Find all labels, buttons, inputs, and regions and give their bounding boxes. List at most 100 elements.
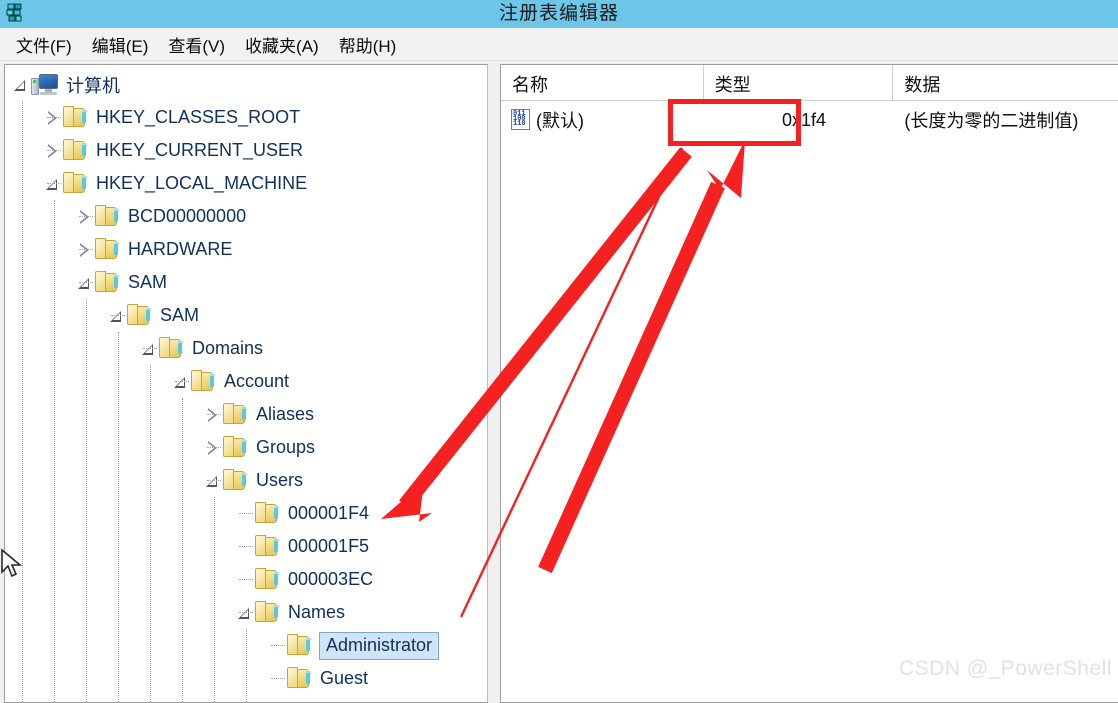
tree-guide-line	[22, 101, 23, 702]
menu-help[interactable]: 帮助(H)	[329, 30, 407, 59]
tree-item-bcd00000000[interactable]: BCD00000000	[5, 200, 487, 233]
registry-key-icon	[95, 205, 120, 228]
tree-item-000001f4[interactable]: 000001F4	[5, 497, 487, 530]
tree-connector	[239, 513, 253, 514]
registry-key-icon	[287, 667, 312, 690]
tree-item-label: BCD00000000	[128, 206, 247, 226]
tree-item-label: Account	[224, 371, 290, 391]
tree-guide-line	[118, 332, 119, 702]
tree-guide-line	[182, 398, 183, 702]
tree-connector	[47, 183, 61, 184]
tree-connector	[79, 282, 93, 283]
tree-connector	[175, 381, 189, 382]
tree-item-hkey-current-user[interactable]: HKEY_CURRENT_USER	[5, 134, 487, 167]
tree-item--[interactable]: 计算机	[5, 68, 487, 101]
title-bar: 注册表编辑器	[0, 0, 1118, 28]
tree-guide-line	[214, 497, 215, 702]
tree-item-hkey-classes-root[interactable]: HKEY_CLASSES_ROOT	[5, 101, 487, 134]
column-header-label: 数据	[904, 75, 941, 95]
registry-key-icon	[63, 139, 88, 162]
tree-item-label: 000003EC	[288, 569, 374, 589]
registry-key-icon	[191, 370, 216, 393]
panel-splitter[interactable]	[489, 64, 499, 703]
tree-item-account[interactable]: Account	[5, 365, 487, 398]
tree-connector	[47, 150, 61, 151]
registry-key-icon	[255, 535, 280, 558]
registry-editor-window: 注册表编辑器 文件(F) 编辑(E) 查看(V) 收藏夹(A) 帮助(H) 计算…	[0, 0, 1118, 703]
tree-item-label: Users	[256, 470, 304, 490]
tree-connector	[207, 447, 221, 448]
registry-key-icon	[223, 403, 248, 426]
tree-item-label: 计算机	[66, 75, 120, 96]
tree-item-aliases[interactable]: Aliases	[5, 398, 487, 431]
registry-key-icon	[63, 172, 88, 195]
computer-icon	[31, 73, 59, 97]
menu-favorites[interactable]: 收藏夹(A)	[235, 30, 329, 59]
tree-item-label: HKEY_LOCAL_MACHINE	[96, 173, 308, 193]
tree-item-domains[interactable]: Domains	[5, 332, 487, 365]
tree-connector	[207, 480, 221, 481]
registry-key-icon	[255, 502, 280, 525]
registry-key-icon	[127, 304, 152, 327]
registry-values-panel[interactable]: 名称 类型 数据 011 100 110 (默认) 0x1f4 (长度为零的二进制值)	[500, 64, 1118, 703]
tree-item-000003ec[interactable]: 000003EC	[5, 563, 487, 596]
tree-item-hkey-local-machine[interactable]: HKEY_LOCAL_MACHINE	[5, 167, 487, 200]
tree-connector	[79, 216, 93, 217]
tree-item-000001f5[interactable]: 000001F5	[5, 530, 487, 563]
tree-item-label: Groups	[256, 437, 316, 457]
tree-item-label: Guest	[320, 668, 369, 688]
tree-item-sam[interactable]: SAM	[5, 266, 487, 299]
tree-guide-line	[150, 365, 151, 702]
value-type-cell: 0x1f4	[704, 110, 894, 131]
registry-key-icon	[223, 469, 248, 492]
tree-item-label: 000001F5	[288, 536, 370, 556]
tree-item-label: HKEY_CURRENT_USER	[96, 140, 304, 160]
registry-key-icon	[63, 106, 88, 129]
menu-view[interactable]: 查看(V)	[158, 30, 235, 59]
registry-key-icon	[223, 436, 248, 459]
tree-connector	[111, 315, 125, 316]
binary-value-icon: 011 100 110	[511, 109, 531, 131]
value-type: 0x1f4	[781, 109, 827, 130]
registry-key-icon	[95, 271, 120, 294]
tree-item-label: Names	[288, 602, 346, 622]
tree-item-sam[interactable]: SAM	[5, 299, 487, 332]
column-header-label: 类型	[714, 75, 751, 95]
tree-connector	[207, 414, 221, 415]
tree-item-users[interactable]: Users	[5, 464, 487, 497]
tree-item-hardware[interactable]: HARDWARE	[5, 233, 487, 266]
tree-connector	[79, 249, 93, 250]
column-data[interactable]: 数据	[893, 65, 1118, 100]
tree-connector	[143, 348, 157, 349]
tree-connector	[271, 678, 285, 679]
tree-item-label: Administrator	[319, 631, 440, 660]
tree-item-label: SAM	[160, 305, 200, 325]
value-row[interactable]: 011 100 110 (默认) 0x1f4 (长度为零的二进制值)	[501, 101, 1118, 139]
tree-item-label: Aliases	[256, 404, 315, 424]
column-name[interactable]: 名称	[501, 65, 704, 100]
tree-connector	[271, 645, 285, 646]
tree-item-label: Domains	[192, 338, 264, 358]
value-data: (长度为零的二进制值)	[904, 111, 1079, 131]
tree-item-names[interactable]: Names	[5, 596, 487, 629]
registry-key-icon	[255, 568, 280, 591]
tree-connector	[47, 117, 61, 118]
tree-item-label: HARDWARE	[128, 239, 233, 259]
tree-item-groups[interactable]: Groups	[5, 431, 487, 464]
tree-connector	[239, 579, 253, 580]
menu-edit[interactable]: 编辑(E)	[82, 30, 159, 59]
value-data-cell: (长度为零的二进制值)	[893, 107, 1118, 133]
column-type[interactable]: 类型	[704, 65, 894, 100]
tree-connector	[239, 612, 253, 613]
tree-guide-line	[54, 200, 55, 702]
menu-file[interactable]: 文件(F)	[6, 30, 82, 59]
csdn-watermark: CSDN @_PowerShell	[898, 657, 1112, 680]
expand-arrow-icon[interactable]	[13, 68, 31, 101]
tree-guide-line	[86, 299, 87, 702]
tree-connector	[239, 546, 253, 547]
tree-item-label: SAM	[128, 272, 168, 292]
values-list[interactable]: 011 100 110 (默认) 0x1f4 (长度为零的二进制值)	[501, 101, 1118, 139]
registry-tree-panel[interactable]: 计算机 HKEY_CLASSES_ROOT HKEY_CURRENT_USER HKE…	[4, 64, 488, 703]
registry-tree[interactable]: 计算机 HKEY_CLASSES_ROOT HKEY_CURRENT_USER HKE…	[5, 65, 487, 702]
values-column-header[interactable]: 名称 类型 数据	[501, 65, 1118, 101]
